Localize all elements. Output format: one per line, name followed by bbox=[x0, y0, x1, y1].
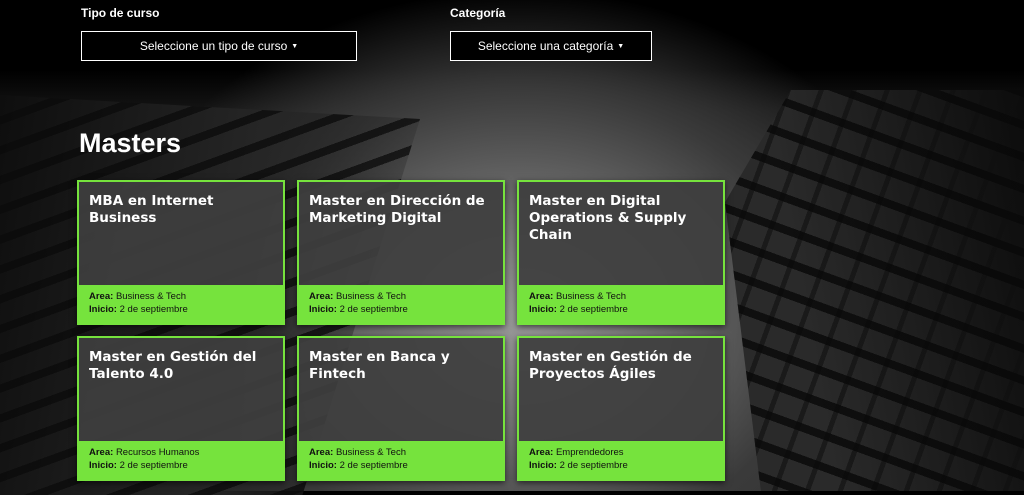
building-right-image bbox=[725, 90, 1024, 491]
area-label: Area: bbox=[529, 447, 554, 458]
start-label: Inicio: bbox=[89, 460, 117, 471]
course-card[interactable]: MBA en Internet Business Area: Business … bbox=[77, 180, 285, 325]
course-title: MBA en Internet Business bbox=[89, 193, 214, 226]
start-label: Inicio: bbox=[309, 460, 337, 471]
start-label: Inicio: bbox=[309, 304, 337, 315]
category-label: Categoría bbox=[450, 6, 506, 20]
course-meta: Area: Business & Tech Inicio: 2 de septi… bbox=[299, 285, 503, 323]
course-area: Emprendedores bbox=[555, 447, 624, 458]
course-area: Business & Tech bbox=[115, 291, 186, 302]
caret-down-icon: ▼ bbox=[617, 42, 625, 50]
course-area: Business & Tech bbox=[555, 291, 626, 302]
course-card[interactable]: Master en Digital Operations & Supply Ch… bbox=[517, 180, 725, 325]
course-start: 2 de septiembre bbox=[559, 460, 628, 471]
course-meta: Area: Business & Tech Inicio: 2 de septi… bbox=[519, 285, 723, 323]
course-start: 2 de septiembre bbox=[119, 460, 188, 471]
course-type-select[interactable]: Seleccione un tipo de curso ▼ bbox=[81, 31, 357, 61]
course-area: Business & Tech bbox=[335, 291, 406, 302]
area-label: Area: bbox=[89, 291, 114, 302]
course-start: 2 de septiembre bbox=[339, 304, 408, 315]
course-title: Master en Gestión del Talento 4.0 bbox=[89, 349, 257, 382]
start-label: Inicio: bbox=[529, 304, 557, 315]
caret-down-icon: ▼ bbox=[291, 42, 299, 50]
course-meta: Area: Business & Tech Inicio: 2 de septi… bbox=[79, 285, 283, 323]
course-title: Master en Digital Operations & Supply Ch… bbox=[529, 193, 687, 243]
area-label: Area: bbox=[309, 291, 334, 302]
course-card[interactable]: Master en Banca y Fintech Area: Business… bbox=[297, 336, 505, 481]
course-card[interactable]: Master en Gestión del Talento 4.0 Area: … bbox=[77, 336, 285, 481]
category-select[interactable]: Seleccione una categoría ▼ bbox=[450, 31, 652, 61]
start-label: Inicio: bbox=[89, 304, 117, 315]
area-label: Area: bbox=[89, 447, 114, 458]
course-card[interactable]: Master en Dirección de Marketing Digital… bbox=[297, 180, 505, 325]
course-type-select-value: Seleccione un tipo de curso bbox=[139, 39, 288, 53]
start-label: Inicio: bbox=[529, 460, 557, 471]
course-area: Business & Tech bbox=[335, 447, 406, 458]
category-select-value: Seleccione una categoría bbox=[477, 39, 614, 53]
course-title: Master en Banca y Fintech bbox=[309, 349, 450, 382]
course-type-label: Tipo de curso bbox=[81, 6, 160, 20]
course-meta: Area: Business & Tech Inicio: 2 de septi… bbox=[299, 441, 503, 479]
section-title: Masters bbox=[79, 128, 182, 158]
course-start: 2 de septiembre bbox=[559, 304, 628, 315]
course-area: Recursos Humanos bbox=[115, 447, 200, 458]
course-start: 2 de septiembre bbox=[339, 460, 408, 471]
course-title: Master en Dirección de Marketing Digital bbox=[309, 193, 485, 226]
course-start: 2 de septiembre bbox=[119, 304, 188, 315]
area-label: Area: bbox=[309, 447, 334, 458]
course-card[interactable]: Master en Gestión de Proyectos Ágiles Ar… bbox=[517, 336, 725, 481]
course-title: Master en Gestión de Proyectos Ágiles bbox=[529, 349, 692, 382]
area-label: Area: bbox=[529, 291, 554, 302]
course-meta: Area: Emprendedores Inicio: 2 de septiem… bbox=[519, 441, 723, 479]
course-meta: Area: Recursos Humanos Inicio: 2 de sept… bbox=[79, 441, 283, 479]
